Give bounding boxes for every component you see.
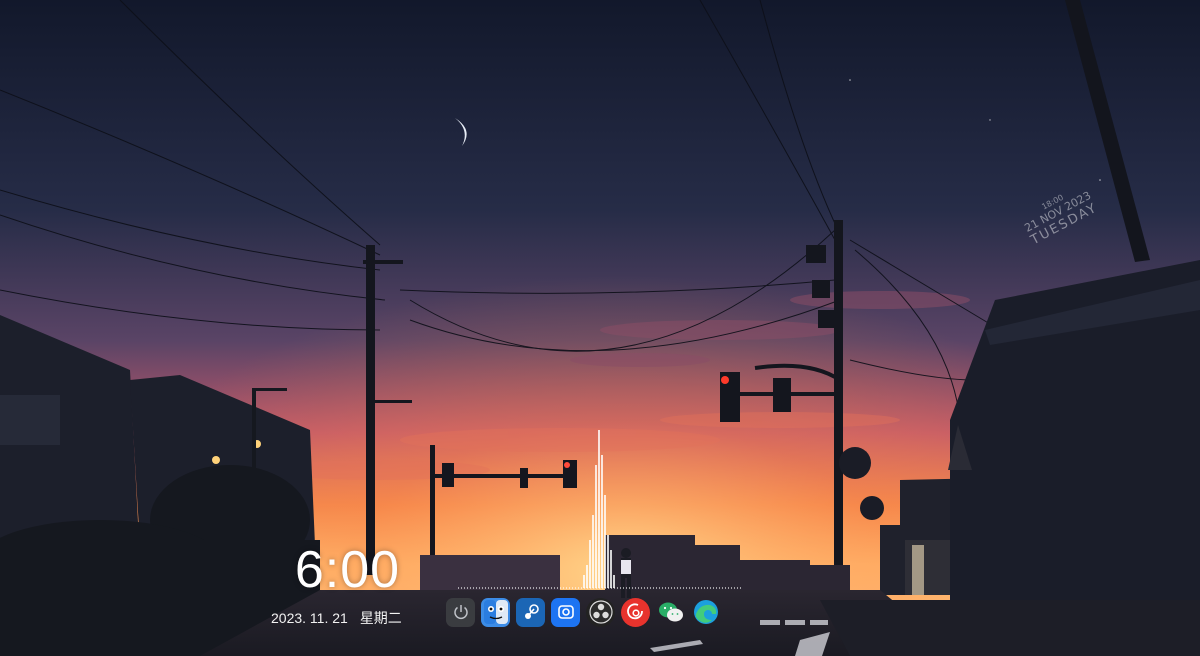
- steam-icon: [524, 604, 539, 619]
- edge-icon: [693, 600, 718, 624]
- finder-icon: [483, 600, 508, 624]
- clock-date: 2023. 11. 21 星期二: [271, 609, 402, 627]
- obs-icon: [588, 600, 613, 624]
- wechat-icon: [658, 602, 683, 622]
- netease-music-icon: [626, 603, 643, 620]
- date-text: 2023. 11. 21: [271, 610, 348, 626]
- steam-app[interactable]: [516, 597, 545, 627]
- finder-app[interactable]: [481, 597, 510, 627]
- app-dock: [446, 594, 720, 630]
- weekday-text: 星期二: [359, 610, 402, 626]
- power-icon: [453, 605, 468, 620]
- clock-time: 6:00: [294, 541, 401, 599]
- obs-app[interactable]: [586, 597, 615, 627]
- audio-visualizer: [458, 430, 742, 589]
- edge-app[interactable]: [691, 598, 720, 627]
- wechat-app[interactable]: [656, 598, 685, 627]
- screenshot-app-icon: [557, 605, 574, 619]
- screenshot-app[interactable]: [551, 597, 580, 627]
- netease-music-app[interactable]: [621, 597, 650, 627]
- power-button[interactable]: [446, 597, 475, 627]
